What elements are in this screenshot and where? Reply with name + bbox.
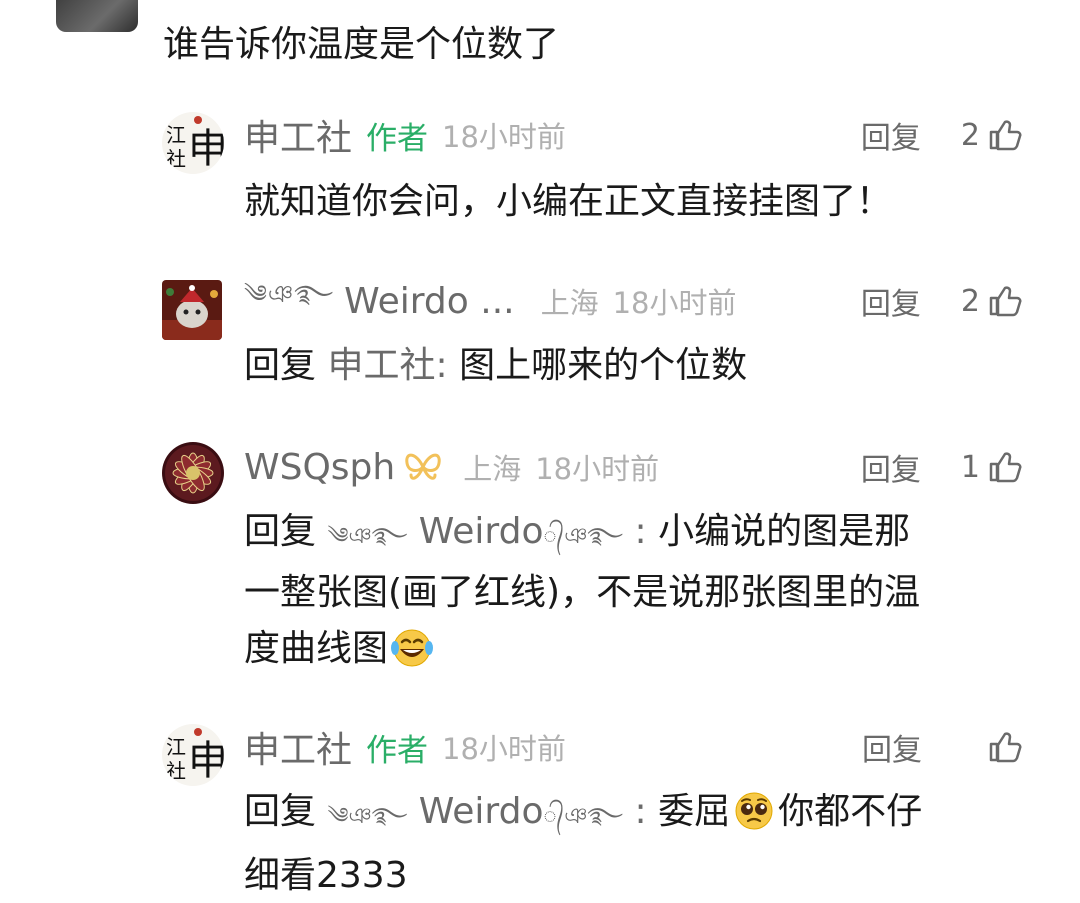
parent-avatar[interactable] <box>56 0 138 32</box>
reply-target-suffix: ᭄ঞ࿐ <box>543 804 624 829</box>
butterfly-icon <box>403 451 443 483</box>
svg-text:江: 江 <box>166 735 186 759</box>
reply-text-line-2: 细看2333 <box>244 855 408 896</box>
reply-target-suffix: ᭄ঞ࿐ <box>543 524 624 549</box>
thumbs-up-icon[interactable] <box>988 451 1022 483</box>
reply-text-line-1: 委屈 <box>658 791 731 832</box>
reply-button[interactable]: 回复 <box>861 113 921 157</box>
author-name[interactable]: Weirdo ... <box>344 281 514 322</box>
reply-line: 度曲线图 <box>244 621 1014 685</box>
svg-text:社: 社 <box>166 147 186 171</box>
reply-separator: : <box>634 511 647 552</box>
timestamp: 18小时前 <box>535 452 660 486</box>
reply-separator: : <box>634 791 647 832</box>
reply-text-line-2: 一整张图(画了红线)，不是说那张图里的温 <box>244 572 921 613</box>
reply-target-name[interactable]: 申工社 <box>327 345 435 386</box>
svg-text:申: 申 <box>188 126 224 172</box>
timestamp: 18小时前 <box>612 286 737 320</box>
reply-button[interactable]: 回复 <box>861 445 921 489</box>
reply-separator: : <box>435 345 448 386</box>
pleading-face-emoji <box>732 791 776 848</box>
like-count: 2 <box>960 117 980 153</box>
author-badge: 作者 <box>366 732 429 769</box>
reply-target-name[interactable]: Weirdo <box>419 511 544 552</box>
author-name[interactable]: 申工社 <box>244 721 352 773</box>
reply-button[interactable]: 回复 <box>861 279 921 323</box>
reply-text-line-3: 度曲线图 <box>244 628 389 669</box>
reply-prefix: 回复 <box>244 345 317 386</box>
reply-prefix: 回复 <box>244 511 317 552</box>
reply-body: 回复 ༄ঞ࿐ Weirdo᭄ঞ࿐ : 委屈 你都不仔 细看2333 <box>244 784 1014 903</box>
reply-target-ornament: ༄ঞ࿐ <box>327 804 408 829</box>
svg-text:申: 申 <box>188 738 224 784</box>
svg-text:社: 社 <box>166 759 186 783</box>
reply-text-line-1: 小编说的图是那 <box>658 511 911 552</box>
thumbs-up-icon[interactable] <box>988 285 1022 317</box>
author-badge: 作者 <box>366 120 429 157</box>
thumbs-up-icon[interactable] <box>988 119 1022 151</box>
thumbs-up-icon[interactable] <box>988 731 1022 763</box>
svg-text:江: 江 <box>166 123 186 147</box>
reply-body: 就知道你会问，小编在正文直接挂图了！ <box>244 181 893 222</box>
location: 上海 <box>463 452 522 486</box>
reply-body: 回复 申工社: 图上哪来的个位数 <box>244 338 1014 394</box>
author-name[interactable]: 申工社 <box>244 109 352 161</box>
avatar-wsqsph[interactable] <box>162 442 224 504</box>
name-ornament: ༄ঞ࿐ <box>244 279 335 308</box>
timestamp: 18小时前 <box>442 120 566 154</box>
reply-target-ornament: ༄ঞ࿐ <box>327 524 408 549</box>
reply-target-name[interactable]: Weirdo <box>419 791 544 832</box>
laughing-tears-emoji <box>390 628 434 685</box>
reply-prefix: 回复 <box>244 791 317 832</box>
avatar-weirdo[interactable] <box>162 280 222 340</box>
reply-button[interactable]: 回复 <box>862 725 922 769</box>
reply-body: 回复 ༄ঞ࿐ Weirdo᭄ঞ࿐ : 小编说的图是那 一整张图(画了红线)，不是… <box>244 504 1014 685</box>
timestamp: 18小时前 <box>442 732 566 766</box>
avatar-shengongshe[interactable]: 江 社 申 <box>162 112 224 174</box>
avatar-shengongshe[interactable]: 江 社 申 <box>162 724 224 786</box>
author-name[interactable]: WSQsph <box>244 447 395 488</box>
comment-thread: 谁告诉你温度是个位数了 江 社 申 申工社 作者 18小时前 回复 2 就知道你… <box>0 0 1080 903</box>
like-count: 2 <box>960 283 980 319</box>
reply-text-line-1b: 你都不仔 <box>778 791 923 832</box>
like-count: 1 <box>960 449 980 485</box>
reply-text: 图上哪来的个位数 <box>459 345 748 386</box>
reply-line: 回复 ༄ঞ࿐ Weirdo᭄ঞ࿐ : 委屈 你都不仔 <box>244 784 1014 848</box>
location: 上海 <box>540 286 599 320</box>
parent-comment-text: 谁告诉你温度是个位数了 <box>163 24 560 65</box>
reply-line: 回复 ༄ঞ࿐ Weirdo᭄ঞ࿐ : 小编说的图是那 <box>244 504 1014 565</box>
